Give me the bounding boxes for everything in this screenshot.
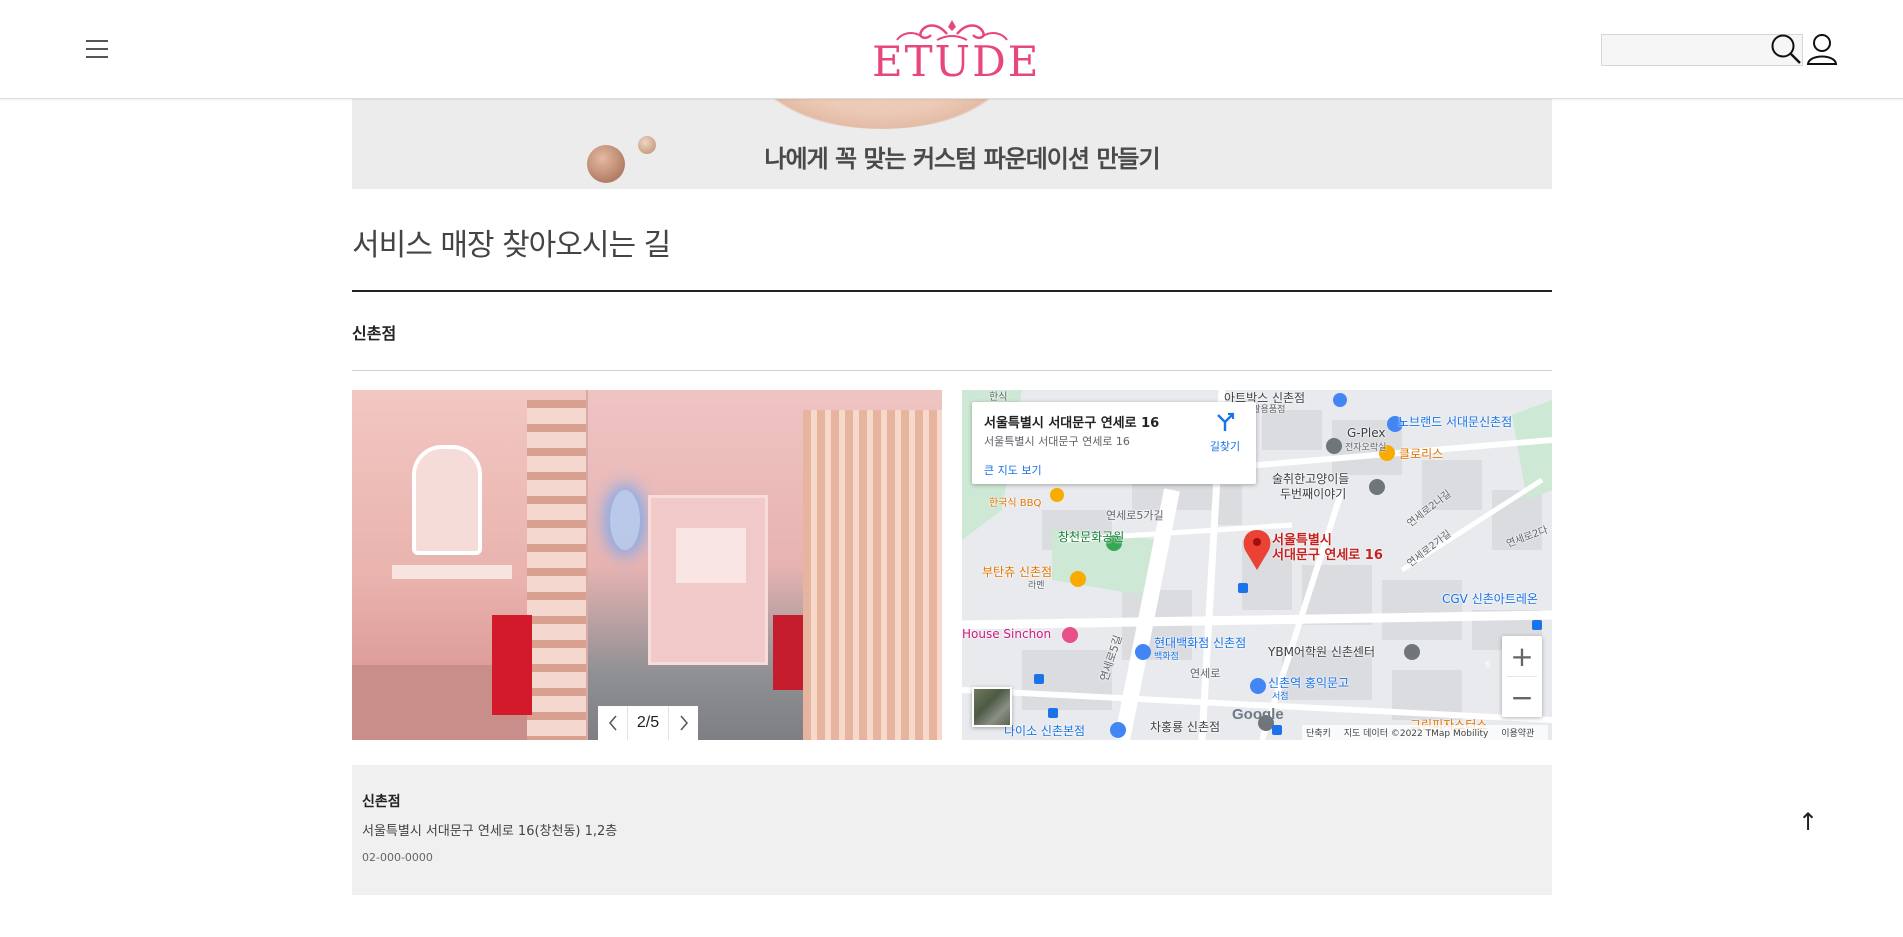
map-poi-label: 클로리스	[1399, 447, 1444, 461]
divider	[352, 290, 1552, 292]
map-pin-label-line1: 서울특별시	[1272, 533, 1332, 548]
map-poi-label: 다이소 신촌본점	[1004, 724, 1086, 738]
gallery-prev-button[interactable]	[598, 706, 628, 740]
map-poi-label: 전자오락실	[1345, 443, 1387, 453]
satellite-view-toggle[interactable]	[972, 687, 1012, 727]
map-pin-label-line2: 서대문구 연세로 16	[1272, 548, 1383, 563]
map-route-number: 6	[1485, 660, 1491, 670]
map-poi-label: 창천문화공원	[1058, 530, 1125, 544]
map-info-address: 서울특별시 서대문구 연세로 16	[984, 435, 1130, 448]
banner-product-image	[752, 99, 1012, 129]
map-poi-label: CGV 신촌아트레온	[1442, 592, 1538, 606]
gallery-current: 2	[636, 714, 646, 731]
logo-wordmark: ETUDE	[872, 37, 1041, 86]
etude-logo[interactable]: ETUDE	[872, 18, 1041, 86]
map-poi-label: 두번째이야기	[1280, 487, 1347, 501]
map-poi-label: 한국식 BBQ	[989, 498, 1042, 509]
map-poi-label: YBM어학원 신촌센터	[1268, 645, 1376, 659]
hamburger-menu-icon[interactable]	[86, 40, 108, 60]
directions-icon	[1217, 412, 1235, 431]
map-terms-link[interactable]: 이용약관	[1501, 729, 1534, 739]
foundation-banner[interactable]: 나에게 꼭 맞는 커스텀 파운데이션 만들기	[352, 99, 1552, 189]
store-map[interactable]: 한식 아트박스 신촌점 생활용품점 G-Plex 전자오락실 노브랜드 서대문신…	[962, 390, 1552, 740]
map-poi-label: 노브랜드 서대문신촌점	[1398, 415, 1513, 429]
map-road-label: 연세로	[1190, 667, 1221, 680]
map-poi-label: G-Plex	[1347, 426, 1386, 440]
divider	[352, 370, 1552, 371]
directions-label: 길찾기	[1209, 440, 1241, 453]
map-info-title: 서울특별시 서대문구 연세로 16	[984, 416, 1160, 431]
page-title: 서비스 매장 찾아오시는 길	[352, 228, 671, 263]
map-shortcuts-link[interactable]: 단축키	[1306, 729, 1331, 739]
user-icon[interactable]	[1805, 32, 1839, 66]
store-info-panel: 신촌점 서울특별시 서대문구 연세로 16(창천동) 1,2층 02-000-0…	[352, 765, 1552, 895]
google-logo: Google	[1232, 706, 1284, 723]
map-road-label: 연세로5가길	[1106, 509, 1164, 522]
map-poi-label: House Sinchon	[962, 627, 1052, 641]
chevron-left-icon	[608, 715, 617, 731]
large-map-link[interactable]: 큰 지도 보기	[984, 462, 1042, 478]
scroll-to-top-button[interactable]: ↑	[1795, 805, 1821, 839]
gallery-total: 5	[650, 714, 660, 731]
site-header: ETUDE	[0, 0, 1903, 99]
chevron-right-icon	[679, 715, 688, 731]
gallery-counter: 2/5	[628, 714, 668, 732]
directions-button[interactable]: 길찾기	[1200, 412, 1250, 454]
map-poi-label: 백화점	[1154, 652, 1179, 662]
store-address: 서울특별시 서대문구 연세로 16(창천동) 1,2층	[362, 824, 618, 839]
map-poi-label: 서점	[1272, 692, 1289, 702]
zoom-in-button[interactable]: +	[1502, 636, 1542, 676]
store-photo-right	[588, 390, 942, 740]
store-phone: 02-000-0000	[362, 851, 433, 864]
search-input[interactable]	[1602, 35, 1762, 65]
store-tab-sinchon[interactable]: 신촌점	[352, 320, 396, 344]
map-pin-label: 서울특별시 서대문구 연세로 16	[1272, 533, 1383, 563]
zoom-out-button[interactable]: −	[1502, 677, 1542, 717]
map-poi-label: 차홍룡 신촌점	[1150, 720, 1221, 734]
map-info-card: 서울특별시 서대문구 연세로 16 서울특별시 서대문구 연세로 16 큰 지도…	[972, 402, 1256, 484]
search-icon[interactable]	[1770, 33, 1802, 65]
gallery-pagination: 2/5	[598, 706, 698, 740]
map-data-attribution: 지도 데이터 ©2022 TMap Mobility	[1343, 729, 1489, 739]
store-photo-left	[352, 390, 586, 740]
map-footer: 단축키 지도 데이터 ©2022 TMap Mobility 이용약관	[1302, 725, 1549, 740]
store-photo-gallery[interactable]	[352, 390, 942, 740]
store-name: 신촌점	[362, 794, 401, 810]
banner-text: 나에게 꼭 맞는 커스텀 파운데이션 만들기	[764, 145, 1160, 173]
map-zoom-controls: + −	[1502, 636, 1542, 717]
gallery-next-button[interactable]	[668, 706, 698, 740]
map-poi-label: 라멘	[1028, 581, 1045, 591]
